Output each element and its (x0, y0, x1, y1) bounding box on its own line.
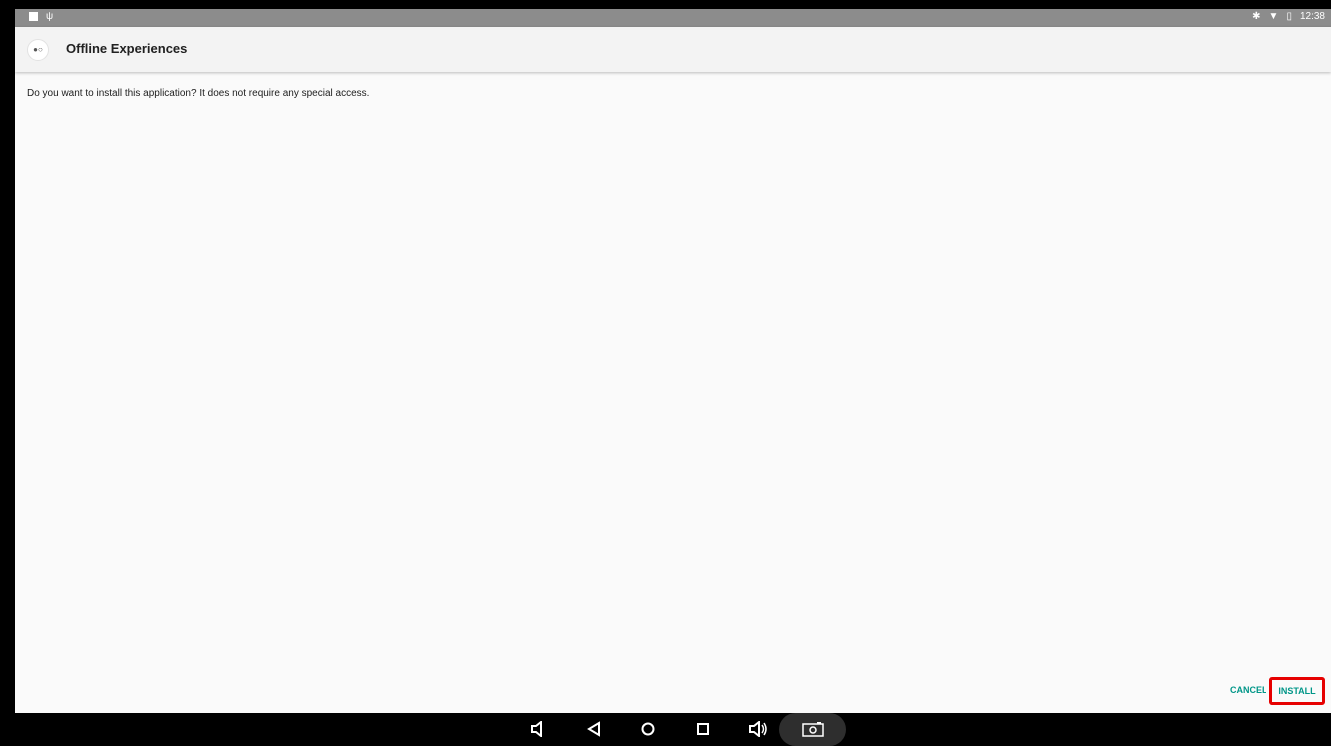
status-left-icons: ψ (29, 11, 53, 22)
recents-icon[interactable] (696, 721, 710, 741)
status-bar: ψ ✱ ▼ ▯ 12:38 (15, 9, 1331, 27)
screenshot-button[interactable] (779, 713, 846, 746)
install-message: Do you want to install this application?… (27, 88, 370, 99)
volume-down-icon[interactable] (531, 719, 545, 741)
home-icon[interactable] (641, 721, 655, 741)
app-title: Offline Experiences (66, 41, 188, 56)
install-button[interactable]: INSTALL (1269, 677, 1325, 705)
status-time: 12:38 (1299, 11, 1325, 22)
image-notification-icon (29, 12, 38, 21)
status-right-icons: ✱ ▼ ▯ 12:38 (1252, 11, 1325, 22)
bluetooth-icon: ✱ (1252, 11, 1261, 22)
battery-icon: ▯ (1286, 11, 1292, 22)
app-bar: ●○ Offline Experiences (15, 27, 1331, 72)
android-screen: ψ ✱ ▼ ▯ 12:38 ●○ Offline Experiences Do … (15, 9, 1331, 746)
navigation-bar (15, 713, 1331, 746)
wifi-icon: ▼ (1268, 11, 1279, 22)
cancel-button[interactable]: CANCEL (1230, 685, 1266, 695)
usb-icon: ψ (46, 11, 54, 22)
app-icon: ●○ (27, 39, 49, 61)
screenshot-icon (802, 721, 824, 741)
volume-up-icon[interactable] (749, 719, 769, 741)
back-icon[interactable] (587, 721, 601, 741)
install-button-label: INSTALL (1278, 686, 1316, 696)
